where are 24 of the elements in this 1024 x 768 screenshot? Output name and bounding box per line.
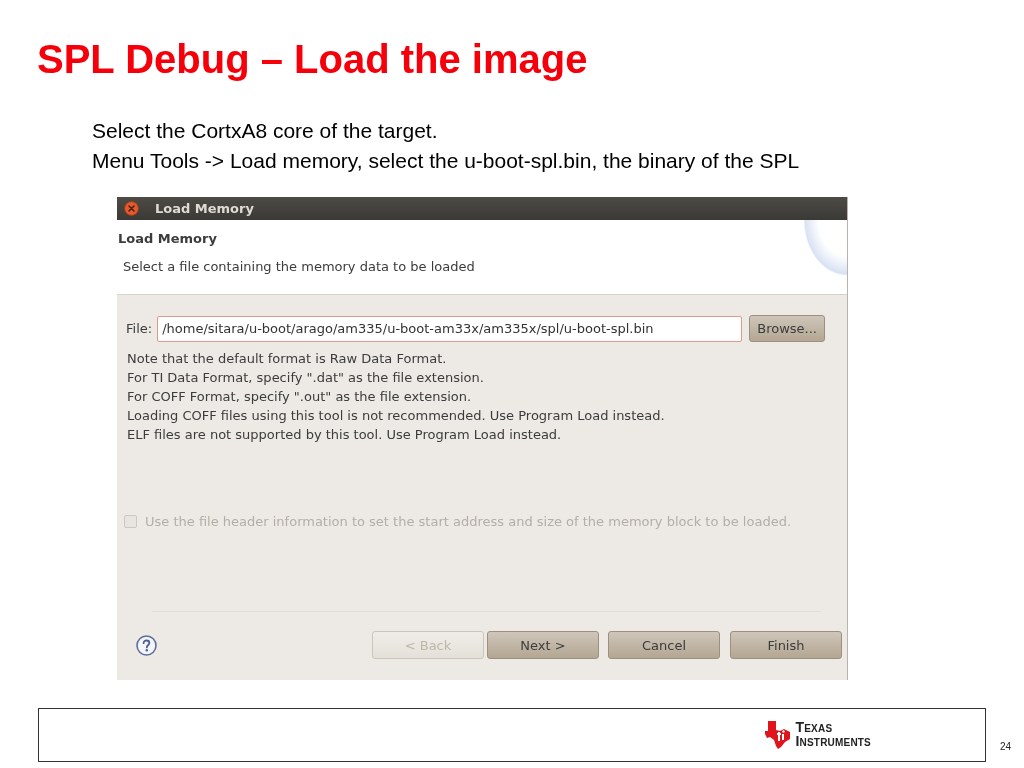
help-icon[interactable]: [136, 634, 157, 656]
note-text: For TI Data Format, specify ".dat" as the file extension.: [127, 369, 484, 387]
dialog-button[interactable]: Finish: [730, 631, 842, 659]
note-text: ELF files are not supported by this tool. Use Program Load instead.: [127, 426, 562, 444]
file-label: File:: [126, 321, 153, 336]
note-text: Loading COFF files using this tool is not recommended. Use Program Load instead.: [127, 407, 665, 425]
logo-icon: [764, 720, 792, 750]
body-text-line: Menu Tools -> Load memory, select the u-boot-spl.bin, the binary of the SPL: [92, 148, 800, 174]
checkbox-label: Use the file header information to set the start address and size of the memory block to be loaded.: [145, 513, 792, 529]
note-text: For COFF Format, specify ".out" as the file extension.: [127, 388, 472, 406]
logo-text: TEXAS: [795, 721, 833, 735]
dialog-button[interactable]: Next >: [487, 631, 599, 659]
note-text: Note that the default format is Raw Data Format.: [127, 350, 447, 368]
slide-title: SPL Debug – Load the image: [37, 36, 588, 83]
logo-text: INSTRUMENTS: [795, 735, 871, 749]
page-number: 24: [1000, 741, 1012, 752]
file-path-field[interactable]: /home/sitara/u-boot/arago/am335/u-boot-am33x/am335x/spl/u-boot-spl.bin: [157, 315, 743, 342]
close-icon[interactable]: [124, 201, 139, 216]
browse-button[interactable]: Browse...: [749, 315, 826, 342]
body-text-line: Select the CortxA8 core of the target.: [92, 118, 438, 144]
dialog-button[interactable]: Cancel: [608, 631, 720, 659]
dialog-description: Select a file containing the memory data to be loaded: [123, 258, 475, 276]
window-title: Load Memory: [155, 201, 254, 216]
dialog-heading: Load Memory: [118, 230, 217, 248]
